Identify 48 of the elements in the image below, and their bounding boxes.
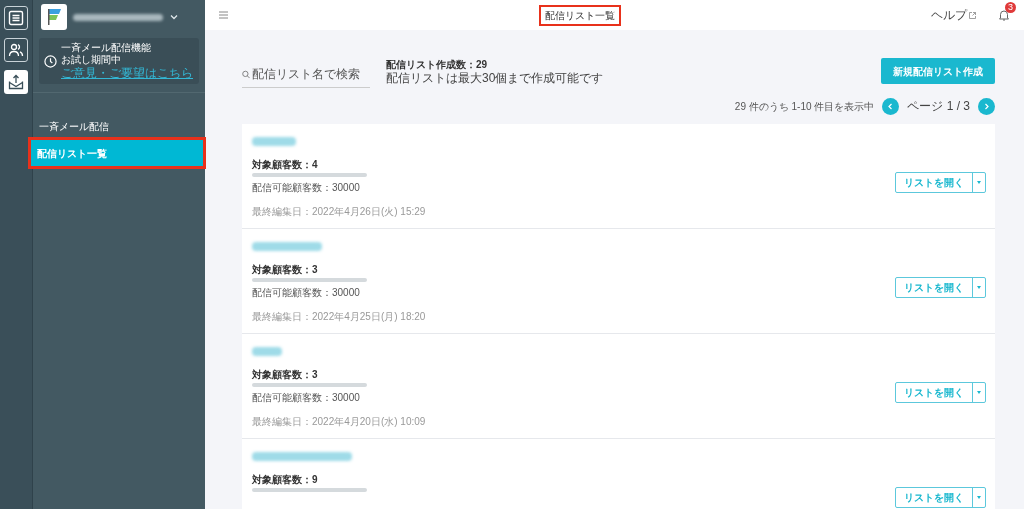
blurred-list-name xyxy=(252,242,322,251)
rail-button[interactable] xyxy=(4,38,28,62)
target-count: 対象顧客数：4 xyxy=(252,159,319,171)
search-field[interactable]: 配信リスト名で検索 xyxy=(242,65,370,88)
search-icon xyxy=(242,69,250,79)
page-indicator: ページ 1 / 3 xyxy=(907,98,970,115)
last-edited-date: 最終編集日：2022年4月20日(水) 10:09 xyxy=(252,416,427,428)
page-title: 配信リスト一覧 xyxy=(538,4,621,26)
caret-icon xyxy=(977,181,981,184)
nav-item[interactable]: 配信リスト一覧 xyxy=(31,140,203,166)
blurred-list-name xyxy=(252,347,282,356)
last-edited-date: 最終編集日：2022年4月26日(火) 15:29 xyxy=(252,206,427,218)
capacity-count: 配信可能顧客数：30000 xyxy=(252,392,361,404)
capacity-count: 配信可能顧客数：30000 xyxy=(252,287,361,299)
help-link[interactable]: ヘルプ xyxy=(931,6,976,24)
list-icon xyxy=(8,10,24,26)
caret-icon xyxy=(977,391,981,394)
next-page-button[interactable] xyxy=(978,97,995,115)
clock-icon xyxy=(44,54,57,68)
list-count: 配信リスト作成数：29 xyxy=(386,58,489,71)
logo-icon xyxy=(41,4,67,30)
notification-badge: 3 xyxy=(1005,2,1016,13)
chevron-left-icon xyxy=(887,102,895,110)
target-count: 対象顧客数：3 xyxy=(252,369,319,381)
trial-title: 一斉メール配信機能 xyxy=(61,42,152,54)
previous-page-button[interactable] xyxy=(882,97,900,115)
rail-button[interactable] xyxy=(4,70,28,94)
caret-icon xyxy=(977,286,981,289)
feedback-link[interactable]: ご意見・ご要望はこちら xyxy=(61,66,193,80)
last-edited-date: 最終編集日：2022年4月25日(月) 18:20 xyxy=(252,311,427,323)
rail-button[interactable] xyxy=(4,6,28,30)
pagination-info: 29 件のうち 1-10 件目を表示中 xyxy=(734,99,875,114)
menu-icon[interactable] xyxy=(219,11,228,19)
chevron-down-icon[interactable] xyxy=(169,12,179,22)
capacity-count: 配信可能顧客数：30000 xyxy=(252,182,361,194)
nav-section-label: 一斉メール配信 xyxy=(38,120,110,134)
caret-icon xyxy=(977,496,981,499)
bell-icon[interactable] xyxy=(998,9,1010,21)
target-count: 対象顧客数：9 xyxy=(252,474,319,486)
trial-status: お試し期間中 xyxy=(61,54,122,66)
external-link-icon xyxy=(969,11,976,19)
create-list-button[interactable]: 新規配信リスト作成 xyxy=(881,58,995,84)
people-icon xyxy=(8,42,24,58)
chevron-right-icon xyxy=(983,102,990,110)
blurred-list-name xyxy=(252,137,296,146)
list-limit-note: 配信リストは最大30個まで作成可能です xyxy=(386,71,605,85)
mail-upload-icon xyxy=(8,74,24,90)
target-count: 対象顧客数：3 xyxy=(252,264,319,276)
